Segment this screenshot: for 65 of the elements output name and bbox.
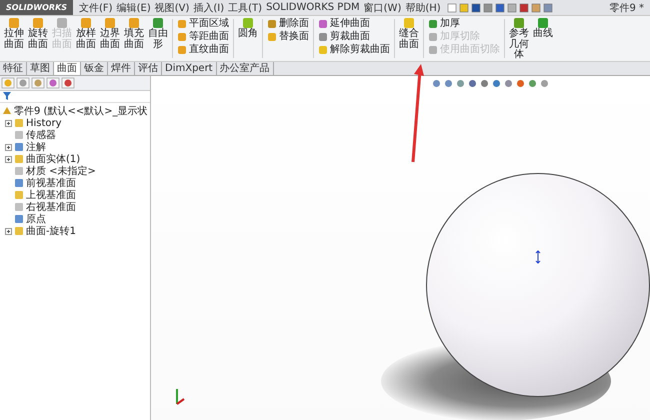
tree-item[interactable]: 注解	[26, 140, 46, 154]
panel-tab-icon[interactable]	[16, 77, 30, 89]
tree-item[interactable]: 前视基准面	[26, 176, 76, 190]
ribbon-button[interactable]: 放样曲面	[75, 17, 97, 60]
expand-icon[interactable]	[5, 228, 12, 234]
tree-item[interactable]: 传感器	[26, 128, 56, 142]
toolbar-icon[interactable]	[506, 2, 517, 12]
menu-item[interactable]: 编辑(E)	[116, 0, 151, 14]
origin-arrow-icon	[535, 250, 541, 264]
toolbar-icon[interactable]	[530, 2, 541, 12]
toolbar-icon[interactable]	[494, 2, 505, 12]
ribbon-button[interactable]: 剪裁曲面	[318, 30, 390, 43]
tab[interactable]: 特征	[0, 62, 27, 75]
tab[interactable]: 曲面	[54, 62, 81, 75]
tree-item[interactable]: 零件9 (默认<<默认>_显示状	[14, 104, 148, 118]
tab[interactable]: 焊件	[108, 62, 135, 75]
tree-item[interactable]: History	[26, 118, 62, 128]
ribbon-button[interactable]: 直纹曲面	[177, 43, 229, 56]
tree-item[interactable]: 原点	[26, 212, 46, 226]
toolbar-icon[interactable]	[446, 2, 457, 12]
tree-item[interactable]: 曲面实体(1)	[26, 152, 80, 166]
ribbon-button[interactable]: 删除面	[267, 17, 309, 30]
tab[interactable]: 钣金	[81, 62, 108, 75]
menu-item[interactable]: SOLIDWORKS PDM	[266, 2, 360, 13]
ribbon-button[interactable]: 参考几何体	[508, 17, 530, 60]
menu-item[interactable]: 插入(I)	[193, 0, 224, 14]
expand-icon[interactable]	[5, 144, 12, 150]
toolbar-icon[interactable]	[470, 2, 481, 12]
ribbon-button[interactable]: 缝合曲面	[398, 17, 420, 60]
menu-item[interactable]: 视图(V)	[154, 0, 190, 14]
toolbar-icon[interactable]	[542, 2, 553, 12]
ribbon-button[interactable]: 边界曲面	[99, 17, 121, 60]
ribbon-button[interactable]: 旋转曲面	[27, 17, 49, 60]
expand-icon[interactable]	[5, 120, 12, 126]
menu-item[interactable]: 工具(T)	[228, 0, 262, 14]
toolbar-icon[interactable]	[518, 2, 529, 12]
tab[interactable]: DimXpert	[162, 62, 217, 75]
ribbon-button[interactable]: 平面区域	[177, 17, 229, 30]
tab[interactable]: 办公室产品	[216, 62, 274, 75]
tree-item[interactable]: 上视基准面	[26, 188, 76, 202]
ribbon-button[interactable]: 替换面	[267, 30, 309, 43]
ribbon-button[interactable]: 延伸曲面	[318, 17, 390, 30]
ribbon-button[interactable]: 解除剪裁曲面	[318, 43, 390, 56]
ribbon-button[interactable]: 圆角	[237, 17, 259, 60]
menu-item[interactable]: 窗口(W)	[364, 0, 402, 14]
tree-item[interactable]: 材质 <未指定>	[26, 164, 96, 178]
panel-tab-icon[interactable]	[31, 77, 45, 89]
panel-tab-icon[interactable]	[46, 77, 60, 89]
menu-item[interactable]: 帮助(H)	[405, 0, 441, 14]
toolbar-icon[interactable]	[482, 2, 493, 12]
tab[interactable]: 评估	[135, 62, 162, 75]
part-icon	[2, 106, 12, 116]
tree-item[interactable]: 右视基准面	[26, 200, 76, 214]
ribbon-button[interactable]: 填充曲面	[123, 17, 145, 60]
ribbon-button[interactable]: 拉伸曲面	[3, 17, 25, 60]
expand-icon[interactable]	[5, 156, 12, 162]
ribbon-button[interactable]: 自由形	[147, 17, 169, 60]
panel-tab-icon[interactable]	[61, 77, 75, 89]
app-logo: SOLIDWORKS	[0, 0, 74, 15]
ribbon-button[interactable]: 曲线	[532, 17, 554, 60]
document-title: 零件9 *	[609, 2, 644, 14]
ribbon-button[interactable]: 等距曲面	[177, 30, 229, 43]
ribbon-button[interactable]: 加厚	[428, 17, 500, 30]
menu-item[interactable]: 文件(F)	[79, 0, 113, 14]
tree-item[interactable]: 曲面-旋转1	[26, 224, 76, 238]
